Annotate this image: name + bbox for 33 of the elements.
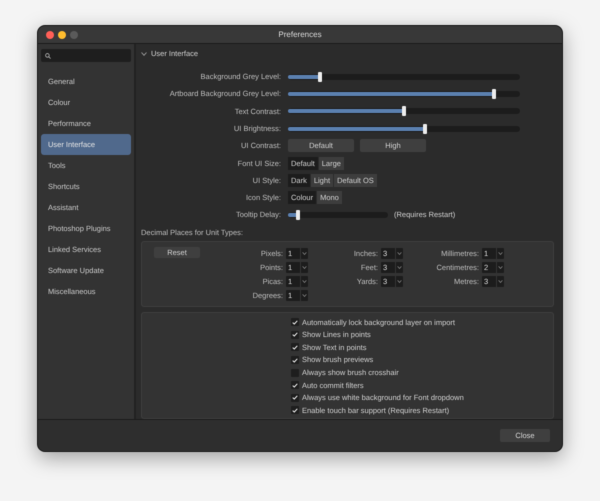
close-window-button[interactable] [46,30,54,38]
chevron-down-icon [302,294,307,298]
minimize-window-button[interactable] [58,30,66,38]
chevron-down-icon [302,252,307,256]
slider-track[interactable] [288,126,520,132]
slider-track[interactable] [288,212,388,218]
chevron-down-icon [302,280,307,284]
slider-track[interactable] [288,90,520,97]
slider-thumb[interactable] [296,210,300,220]
search-field[interactable] [41,49,131,62]
checkbox[interactable] [291,356,299,364]
window-title: Preferences [278,28,322,40]
chevron-down-icon [498,252,503,256]
search-icon [45,52,51,58]
chevron-down-icon [397,252,402,256]
chevron-down-icon [498,280,503,284]
slider-track[interactable] [288,108,520,114]
checkbox[interactable] [291,318,299,326]
chevron-down-icon [498,266,503,270]
chevron-down-icon [397,280,402,284]
checkbox[interactable] [291,330,299,339]
chevron-icon[interactable] [141,52,147,56]
checkbox[interactable] [291,381,299,390]
slider-thumb[interactable] [492,88,496,99]
slider-track[interactable] [288,74,520,80]
slider-thumb[interactable] [402,106,406,116]
chevron-down-icon [397,266,402,270]
checkbox[interactable] [291,394,299,402]
checkbox[interactable] [291,343,299,352]
slider-thumb[interactable] [422,124,427,134]
slider-thumb[interactable] [318,72,322,82]
chevron-down-icon [302,266,307,270]
checkbox[interactable] [291,406,299,414]
